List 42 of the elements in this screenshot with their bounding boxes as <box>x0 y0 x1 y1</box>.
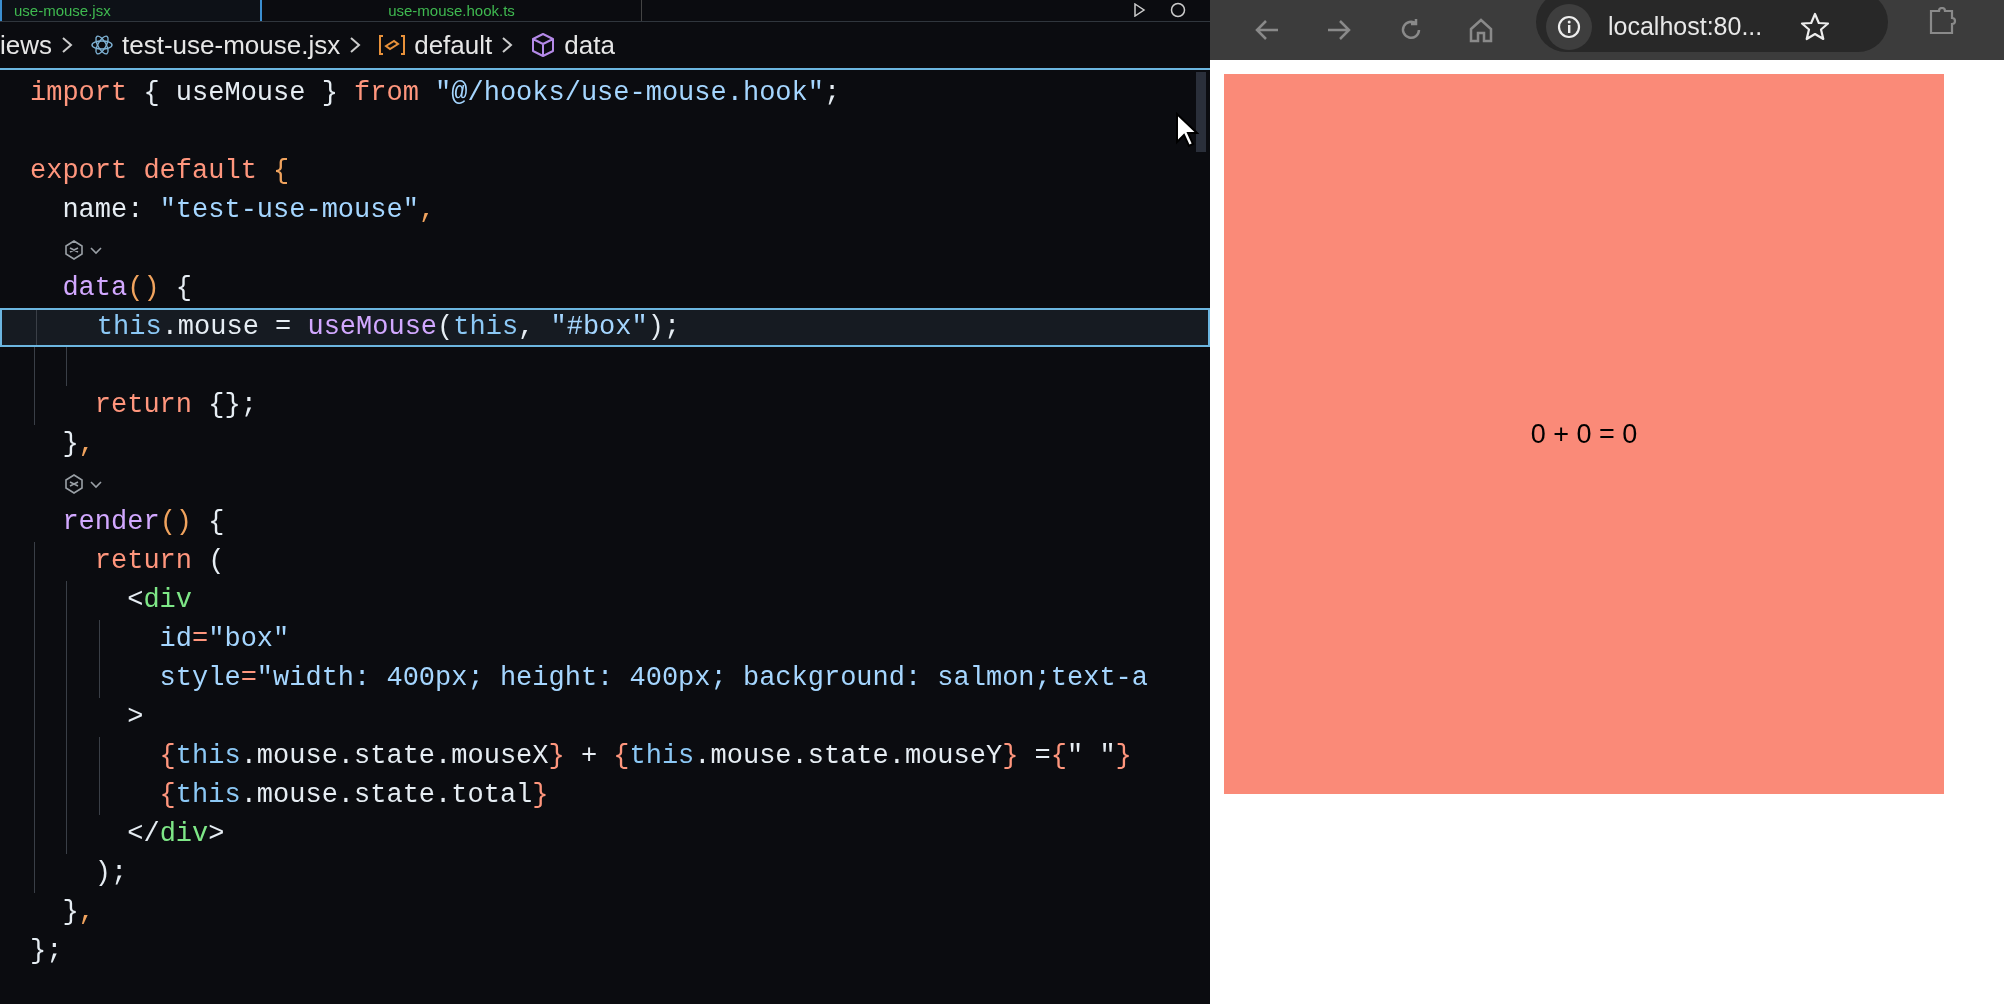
code-line: <div <box>126 584 193 618</box>
react-atom-icon <box>90 33 114 57</box>
home-icon[interactable] <box>1468 17 1494 43</box>
code-line: }, <box>61 896 95 930</box>
address-bar[interactable]: localhost:80... <box>1536 0 1888 52</box>
breadcrumb-item[interactable]: data <box>564 25 615 65</box>
code-line: name: "test-use-mouse", <box>61 194 436 228</box>
code-line: ); <box>93 857 128 891</box>
code-line: export default { <box>30 155 290 189</box>
code-line: > <box>126 701 144 735</box>
code-line: </div> <box>126 818 225 852</box>
puzzle-piece-icon[interactable] <box>1928 7 1958 37</box>
star-icon[interactable] <box>1800 12 1831 42</box>
cube-icon <box>530 32 557 58</box>
mouse-pointer-icon <box>1175 112 1199 148</box>
module-icon <box>378 34 407 56</box>
chevron-right-icon <box>348 35 363 55</box>
code-line: this.mouse = useMouse(this, "#box"); <box>95 311 681 345</box>
back-arrow-icon[interactable] <box>1254 18 1280 42</box>
code-line: return {}; <box>93 389 257 423</box>
breadcrumb-item[interactable]: iews <box>0 25 52 65</box>
sum-text: 0 + 0 = 0 <box>1530 417 1638 451</box>
breadcrumb-item[interactable]: default <box>414 25 493 65</box>
code-line: id="box" <box>158 623 290 657</box>
code-line: }, <box>61 428 95 462</box>
code-line: style="width: 400px; height: 400px; background: salmon;text-a <box>158 662 1148 696</box>
code-line: return ( <box>93 545 225 579</box>
editor-tab[interactable]: use-mouse.jsx <box>0 0 262 21</box>
site-info-icon[interactable] <box>1546 4 1592 50</box>
circle-icon[interactable] <box>1170 2 1186 18</box>
chevron-right-icon <box>500 35 515 55</box>
chevron-right-icon <box>60 35 74 55</box>
code-line: {this.mouse.state.mouseX} + {this.mouse.state.mouseY} ={" "} <box>158 740 1132 774</box>
breadcrumb-item[interactable]: test-use-mouse.jsx <box>122 25 341 65</box>
run-icon[interactable] <box>1132 3 1146 17</box>
forward-arrow-icon[interactable] <box>1326 18 1352 42</box>
code-line: render() { <box>61 506 225 540</box>
code-line: data() { <box>61 272 193 306</box>
code-line: import { useMouse } from "@/hooks/use-mouse.hook"; <box>30 77 841 111</box>
code-line: {this.mouse.state.total} <box>158 779 549 813</box>
url-text: localhost:80... <box>1608 11 1763 43</box>
code-line: }; <box>30 935 63 969</box>
